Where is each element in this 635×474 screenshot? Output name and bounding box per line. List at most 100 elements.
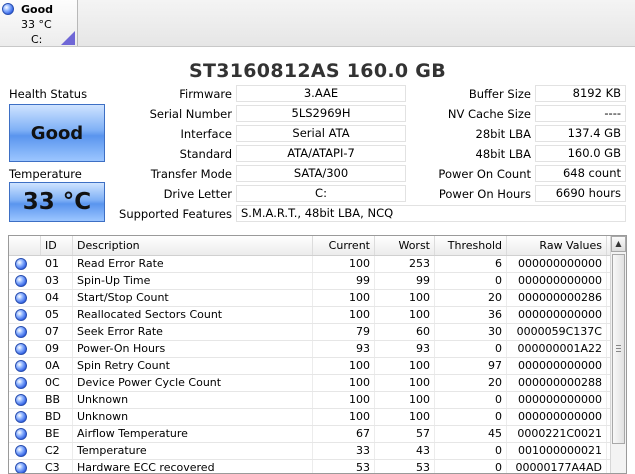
supported-features-label: Supported Features [119, 207, 232, 221]
cell-desc: Airflow Temperature [73, 426, 313, 442]
column-header-status[interactable] [9, 236, 41, 255]
firmware-label: Firmware [179, 87, 232, 101]
power-on-hours-label: Power On Hours [438, 187, 531, 201]
scroll-thumb[interactable] [612, 254, 625, 444]
cell-worst: 93 [375, 341, 435, 357]
cell-desc: Seek Error Rate [73, 324, 313, 340]
health-dot-icon [15, 292, 27, 304]
health-dot-icon [15, 258, 27, 270]
cell-raw: 000000000000 [507, 358, 607, 374]
cell-worst: 100 [375, 409, 435, 425]
column-header-description[interactable]: Description [73, 236, 313, 255]
power-on-count-label: Power On Count [438, 167, 531, 181]
column-header-raw-values[interactable]: Raw Values [507, 236, 607, 255]
cell-current: 100 [313, 409, 375, 425]
column-header-id[interactable]: ID [41, 236, 73, 255]
scroll-up-icon[interactable]: ▲ [611, 236, 626, 252]
serial-number-label: Serial Number [149, 107, 232, 121]
cell-current: 33 [313, 443, 375, 459]
cell-desc: Read Error Rate [73, 256, 313, 272]
cell-id: C3 [41, 460, 73, 473]
transfer-mode-label: Transfer Mode [150, 167, 232, 181]
cell-raw: 000000000000 [507, 256, 607, 272]
disk-tab-bar: Good 33 °C C: [0, 0, 635, 47]
buffer-size-value: 8192 KB [535, 85, 626, 102]
health-dot-icon [15, 411, 27, 423]
cell-worst: 100 [375, 307, 435, 323]
cell-worst: 60 [375, 324, 435, 340]
cell-threshold: 97 [435, 358, 507, 374]
cell-worst: 253 [375, 256, 435, 272]
cell-raw: 000000000288 [507, 375, 607, 391]
cell-id: 0C [41, 375, 73, 391]
cell-desc: Spin Retry Count [73, 358, 313, 374]
cell-desc: Temperature [73, 443, 313, 459]
table-body: 01 Read Error Rate 100 253 6 000000000000 03 Sp… [9, 256, 611, 473]
cell-current: 100 [313, 256, 375, 272]
cell-id: BE [41, 426, 73, 442]
cell-threshold: 0 [435, 392, 507, 408]
health-dot-icon [15, 360, 27, 372]
temperature-display[interactable]: 33 °C [9, 182, 105, 222]
column-header-worst[interactable]: Worst [375, 236, 435, 255]
cell-threshold: 0 [435, 443, 507, 459]
cell-raw: 0000221C0021 [507, 426, 607, 442]
interface-value: Serial ATA [236, 125, 406, 142]
cell-desc: Start/Stop Count [73, 290, 313, 306]
health-dot-icon [15, 309, 27, 321]
cell-threshold: 20 [435, 375, 507, 391]
disk-tab-drive-letter: C: [31, 33, 43, 46]
health-dot-icon [15, 343, 27, 355]
standard-label: Standard [179, 147, 232, 161]
drive-letter-value: C: [236, 185, 406, 202]
table-row[interactable]: 0A Spin Retry Count 100 100 97 000000000000 [9, 358, 611, 375]
table-row[interactable]: 04 Start/Stop Count 100 100 20 000000000286 [9, 290, 611, 307]
table-row[interactable]: 07 Seek Error Rate 79 60 30 0000059C137C [9, 324, 611, 341]
smart-attributes-table[interactable]: ID Description Current Worst Threshold R… [8, 235, 627, 474]
cell-raw: 001000000021 [507, 443, 607, 459]
power-on-count-value: 648 count [535, 165, 626, 182]
cell-worst: 100 [375, 375, 435, 391]
cell-desc: Unknown [73, 392, 313, 408]
table-row[interactable]: 09 Power-On Hours 93 93 0 000000001A22 [9, 341, 611, 358]
cell-threshold: 20 [435, 290, 507, 306]
table-row[interactable]: 0C Device Power Cycle Count 100 100 20 000000… [9, 375, 611, 392]
cell-threshold: 45 [435, 426, 507, 442]
cell-raw: 0000059C137C [507, 324, 607, 340]
table-row[interactable]: C3 Hardware ECC recovered 53 53 0 00000177A4A… [9, 460, 611, 473]
health-status-button[interactable]: Good [9, 104, 105, 162]
table-row[interactable]: 03 Spin-Up Time 99 99 0 000000000000 [9, 273, 611, 290]
cell-raw: 000000001A22 [507, 341, 607, 357]
transfer-mode-value: SATA/300 [236, 165, 406, 182]
cell-raw: 000000000286 [507, 290, 607, 306]
table-row[interactable]: BE Airflow Temperature 67 57 45 0000221C0021 [9, 426, 611, 443]
cell-desc: Device Power Cycle Count [73, 375, 313, 391]
lba28-label: 28bit LBA [475, 127, 531, 141]
column-header-threshold[interactable]: Threshold [435, 236, 507, 255]
table-header: ID Description Current Worst Threshold R… [9, 236, 611, 256]
temperature-label: Temperature [9, 167, 82, 181]
cell-desc: Unknown [73, 409, 313, 425]
firmware-value: 3.AAE [236, 85, 406, 102]
disk-tab-temperature: 33 °C [21, 18, 52, 31]
table-vertical-scrollbar[interactable]: ▲ [610, 236, 626, 473]
cell-id: C2 [41, 443, 73, 459]
cell-id: 01 [41, 256, 73, 272]
buffer-size-label: Buffer Size [468, 87, 531, 101]
table-row[interactable]: BD Unknown 100 100 0 000000000000 [9, 409, 611, 426]
cell-threshold: 0 [435, 409, 507, 425]
health-dot-icon [15, 326, 27, 338]
health-dot-icon [15, 445, 27, 457]
table-row[interactable]: 01 Read Error Rate 100 253 6 000000000000 [9, 256, 611, 273]
cell-current: 67 [313, 426, 375, 442]
column-header-current[interactable]: Current [313, 236, 375, 255]
cell-desc: Power-On Hours [73, 341, 313, 357]
disk-tab-c[interactable]: Good 33 °C C: [0, 0, 78, 46]
lba48-label: 48bit LBA [475, 147, 531, 161]
table-row[interactable]: 05 Reallocated Sectors Count 100 100 36 00000… [9, 307, 611, 324]
health-dot-icon [15, 394, 27, 406]
cell-current: 100 [313, 307, 375, 323]
table-row[interactable]: C2 Temperature 33 43 0 001000000021 [9, 443, 611, 460]
cell-raw: 000000000000 [507, 392, 607, 408]
table-row[interactable]: BB Unknown 100 100 0 000000000000 [9, 392, 611, 409]
